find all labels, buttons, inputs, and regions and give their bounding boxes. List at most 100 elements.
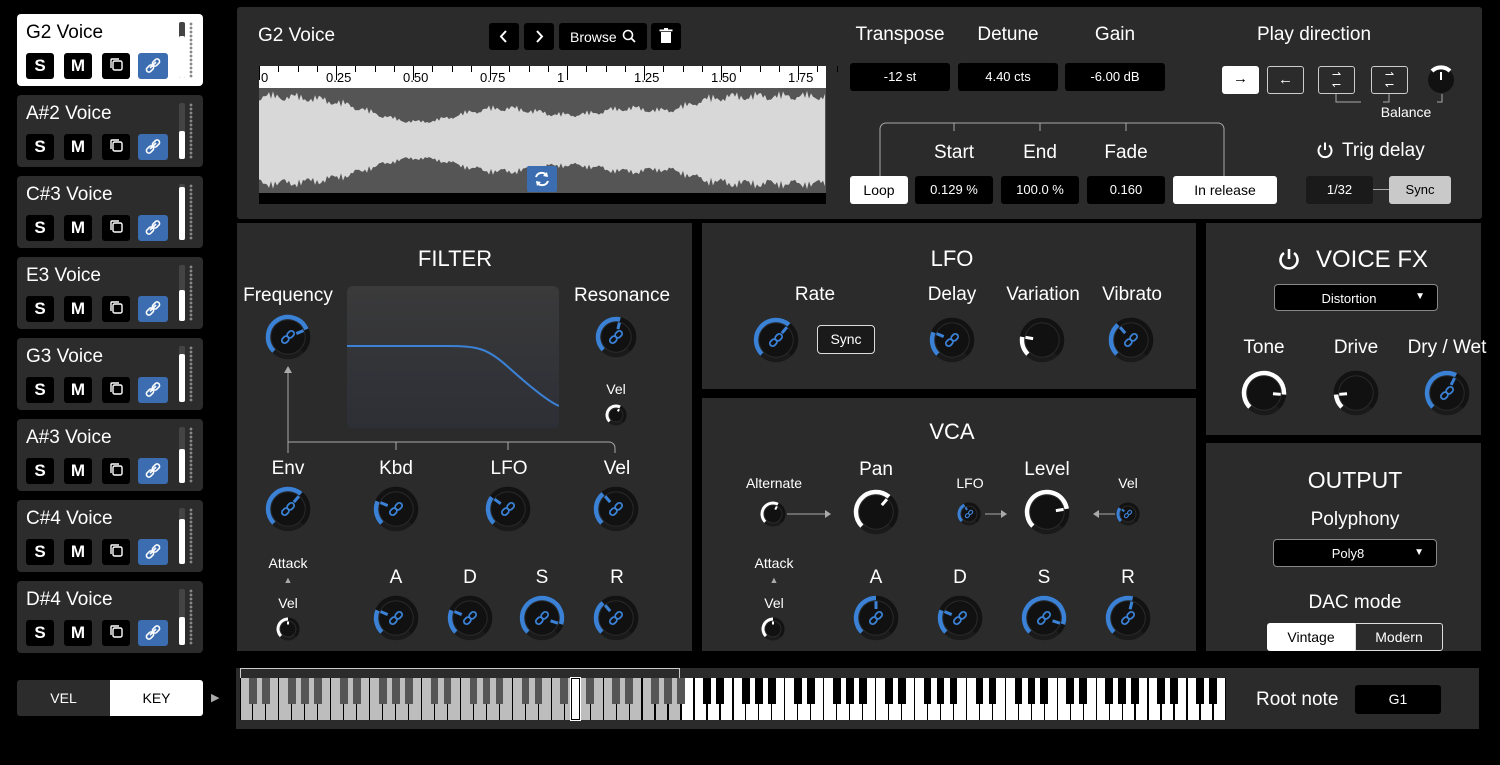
vca-r-knob[interactable] bbox=[1102, 592, 1154, 644]
loop-sync-button[interactable] bbox=[527, 166, 557, 192]
piano-black-key[interactable] bbox=[832, 678, 841, 704]
link-button[interactable] bbox=[138, 539, 168, 565]
dac-vintage-button[interactable]: Vintage bbox=[1267, 623, 1355, 651]
mute-button[interactable]: M bbox=[64, 539, 92, 565]
link-button[interactable] bbox=[138, 134, 168, 160]
piano-black-key[interactable] bbox=[1131, 678, 1140, 704]
voice-slot[interactable]: E3 Voice S M bbox=[17, 257, 203, 329]
piano-black-key[interactable] bbox=[1079, 678, 1088, 704]
piano-black-key[interactable] bbox=[949, 678, 958, 704]
voice-fx-type-select[interactable]: Distortion ▼ bbox=[1274, 284, 1438, 311]
piano-black-key[interactable] bbox=[1066, 678, 1075, 704]
dac-modern-button[interactable]: Modern bbox=[1355, 623, 1443, 651]
gain-value[interactable]: -6.00 dB bbox=[1065, 63, 1165, 91]
piano-black-key[interactable] bbox=[443, 678, 452, 704]
piano-black-key[interactable] bbox=[806, 678, 815, 704]
solo-button[interactable]: S bbox=[26, 134, 54, 160]
piano-black-key[interactable] bbox=[1118, 678, 1127, 704]
prev-button[interactable] bbox=[489, 23, 519, 50]
piano-black-key[interactable] bbox=[845, 678, 854, 704]
end-value[interactable]: 100.0 % bbox=[1001, 176, 1079, 204]
piano-black-key[interactable] bbox=[482, 678, 491, 704]
piano-black-key[interactable] bbox=[742, 678, 750, 704]
piano-black-key[interactable] bbox=[378, 678, 387, 704]
filter-env-knob[interactable] bbox=[262, 483, 314, 535]
piano-black-key[interactable] bbox=[897, 678, 906, 704]
duplicate-button[interactable] bbox=[102, 53, 130, 79]
filter-vel-knob[interactable] bbox=[590, 483, 642, 535]
piano-black-key[interactable] bbox=[651, 678, 660, 704]
play-reverse-button[interactable]: ← bbox=[1267, 66, 1304, 94]
root-note-value[interactable]: G1 bbox=[1355, 685, 1441, 714]
filter-attack-vel-knob[interactable] bbox=[272, 613, 304, 645]
voice-slot[interactable]: A#2 Voice S M bbox=[17, 95, 203, 167]
piano-black-key[interactable] bbox=[495, 678, 504, 704]
vca-a-knob[interactable] bbox=[850, 592, 902, 644]
filter-a-knob[interactable] bbox=[370, 592, 422, 644]
mute-button[interactable]: M bbox=[64, 458, 92, 484]
start-value[interactable]: 0.129 % bbox=[915, 176, 993, 204]
link-button[interactable] bbox=[138, 377, 168, 403]
piano-black-key[interactable] bbox=[884, 678, 893, 704]
voice-slot[interactable]: G2 Voice S M bbox=[17, 14, 203, 86]
voice-slot[interactable]: G3 Voice S M bbox=[17, 338, 203, 410]
voice-fx-drive-knob[interactable] bbox=[1330, 367, 1382, 419]
polyphony-select[interactable]: Poly8 ▼ bbox=[1273, 539, 1437, 567]
link-button[interactable] bbox=[138, 53, 168, 79]
piano-black-key[interactable] bbox=[988, 678, 997, 704]
lfo-sync-button[interactable]: Sync bbox=[817, 325, 875, 354]
piano-black-key[interactable] bbox=[1040, 678, 1049, 704]
piano-black-key[interactable] bbox=[404, 678, 413, 704]
piano-black-key[interactable] bbox=[703, 678, 711, 704]
piano-black-key[interactable] bbox=[339, 678, 348, 704]
piano-black-key[interactable] bbox=[313, 678, 322, 704]
trig-delay-sync-button[interactable]: Sync bbox=[1389, 176, 1451, 204]
piano-black-key[interactable] bbox=[262, 678, 270, 704]
mute-button[interactable]: M bbox=[64, 377, 92, 403]
piano-black-key[interactable] bbox=[677, 678, 685, 704]
mute-button[interactable]: M bbox=[64, 53, 92, 79]
link-button[interactable] bbox=[138, 458, 168, 484]
vca-alternate-knob[interactable] bbox=[756, 497, 790, 531]
mute-button[interactable]: M bbox=[64, 296, 92, 322]
solo-button[interactable]: S bbox=[26, 215, 54, 241]
solo-button[interactable]: S bbox=[26, 53, 54, 79]
voice-slot[interactable]: D#4 Voice S M bbox=[17, 581, 203, 653]
delete-button[interactable] bbox=[651, 23, 681, 50]
vca-level-knob[interactable] bbox=[1021, 486, 1073, 538]
voice-slot[interactable]: C#3 Voice S M bbox=[17, 176, 203, 248]
vca-attack-vel-knob[interactable] bbox=[757, 613, 789, 645]
piano-black-key[interactable] bbox=[768, 678, 776, 704]
piano-black-key[interactable] bbox=[923, 678, 932, 704]
piano-black-key[interactable] bbox=[1105, 678, 1114, 704]
root-note-key-marker[interactable] bbox=[571, 678, 580, 720]
solo-button[interactable]: S bbox=[26, 620, 54, 646]
lfo-variation-knob[interactable] bbox=[1016, 314, 1068, 366]
play-pingpong-button[interactable]: ⇀ ↽ bbox=[1318, 66, 1355, 94]
voice-fx-tone-knob[interactable] bbox=[1238, 367, 1290, 419]
piano-black-key[interactable] bbox=[352, 678, 361, 704]
solo-button[interactable]: S bbox=[26, 539, 54, 565]
piano-black-key[interactable] bbox=[521, 678, 530, 704]
solo-button[interactable]: S bbox=[26, 377, 54, 403]
voice-slot[interactable]: A#3 Voice S M bbox=[17, 419, 203, 491]
mute-button[interactable]: M bbox=[64, 620, 92, 646]
piano-keyboard[interactable] bbox=[240, 678, 1226, 720]
voice-slot[interactable]: C#4 Voice S M bbox=[17, 500, 203, 572]
play-pingpong-alt-button[interactable]: ⇀ ↽ bbox=[1371, 66, 1408, 94]
piano-black-key[interactable] bbox=[1209, 678, 1217, 704]
piano-black-key[interactable] bbox=[586, 678, 595, 704]
fade-value[interactable]: 0.160 bbox=[1087, 176, 1165, 204]
vca-d-knob[interactable] bbox=[934, 592, 986, 644]
piano-black-key[interactable] bbox=[625, 678, 634, 704]
detune-value[interactable]: 4.40 cts bbox=[958, 63, 1058, 91]
solo-button[interactable]: S bbox=[26, 296, 54, 322]
piano-black-key[interactable] bbox=[430, 678, 439, 704]
mute-button[interactable]: M bbox=[64, 134, 92, 160]
piano-black-key[interactable] bbox=[560, 678, 569, 704]
piano-black-key[interactable] bbox=[391, 678, 400, 704]
piano-black-key[interactable] bbox=[858, 678, 867, 704]
vca-s-knob[interactable] bbox=[1018, 592, 1070, 644]
vca-vel-knob[interactable] bbox=[1112, 498, 1144, 530]
key-toggle-button[interactable]: KEY bbox=[110, 680, 203, 716]
